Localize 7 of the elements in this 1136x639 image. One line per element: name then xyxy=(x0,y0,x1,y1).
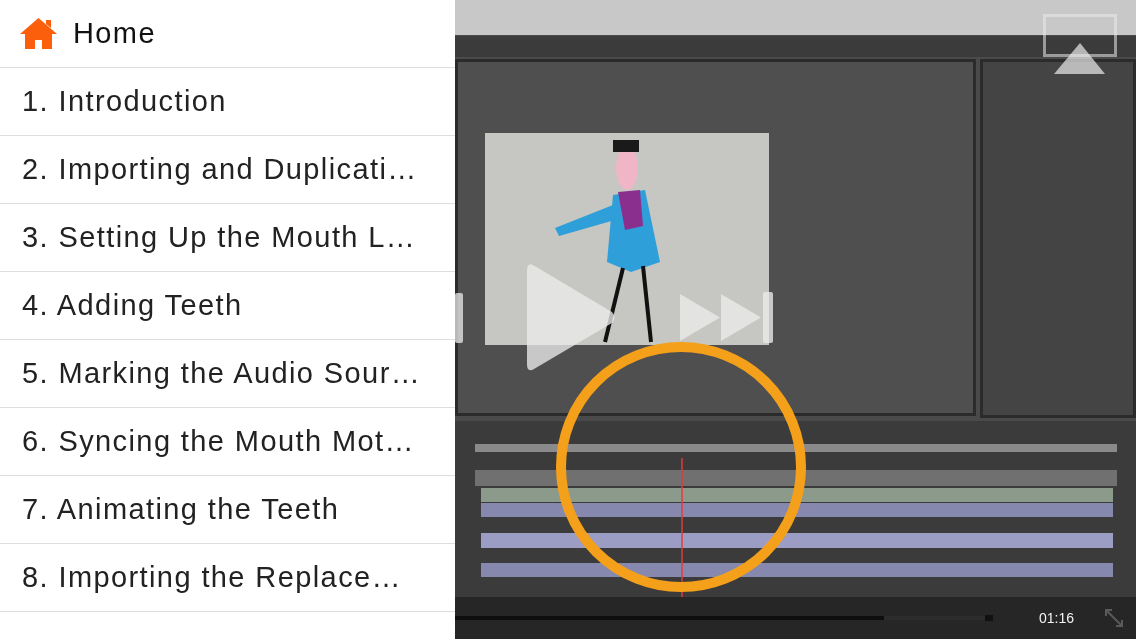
home-icon xyxy=(20,18,57,49)
cast-icon[interactable] xyxy=(1043,14,1117,74)
play-icon[interactable] xyxy=(527,263,616,372)
fast-forward-icon[interactable] xyxy=(680,292,773,343)
resize-arrows-icon[interactable] xyxy=(1104,608,1125,628)
playback-time: 01:16 xyxy=(1039,610,1075,626)
skip-back-icon[interactable] xyxy=(455,293,463,343)
